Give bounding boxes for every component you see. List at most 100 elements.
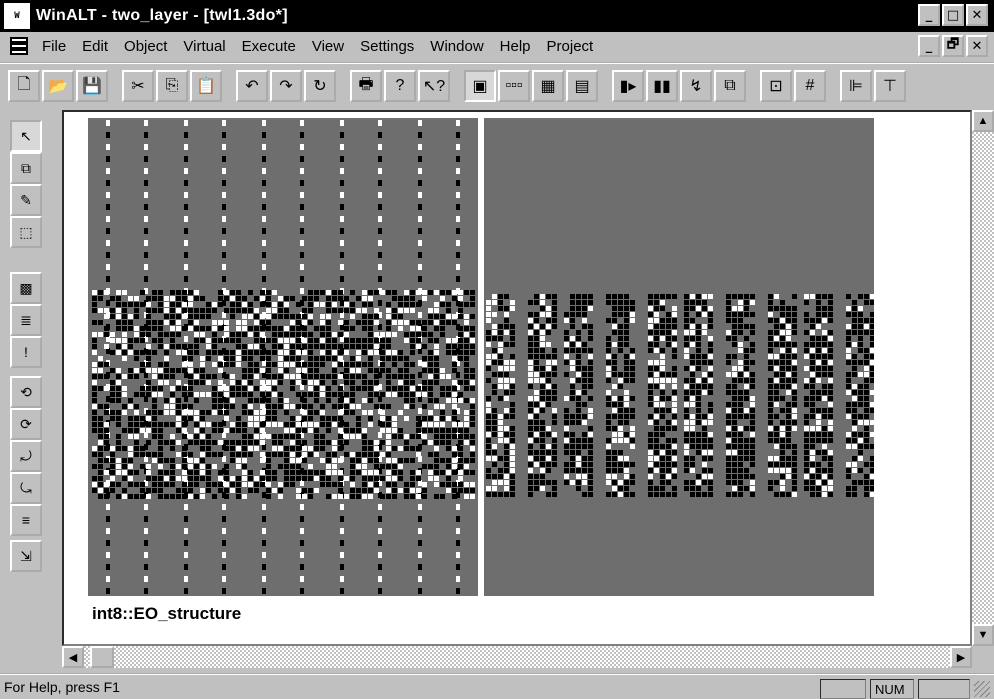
cell (690, 318, 695, 323)
cell (822, 486, 827, 491)
cell (344, 434, 349, 439)
cell (870, 354, 874, 359)
exit-tool-icon[interactable]: ⇲ (10, 540, 42, 572)
cell (546, 456, 551, 461)
pipe-icon[interactable]: ↯ (680, 70, 712, 102)
pattern-tool-icon[interactable]: ▩ (10, 272, 42, 304)
cell (188, 494, 193, 499)
menu-help[interactable]: Help (492, 38, 539, 55)
cell (116, 302, 121, 307)
cell (428, 374, 433, 379)
doc-minimize-button[interactable]: _ (918, 35, 940, 57)
paste-icon[interactable]: 📋 (190, 70, 222, 102)
func-tool-2-icon[interactable]: ⟳ (10, 408, 42, 440)
cut-icon[interactable]: ✂ (122, 70, 154, 102)
func-tool-4-icon[interactable]: ⤿ (10, 472, 42, 504)
menu-window[interactable]: Window (422, 38, 491, 55)
objects-icon[interactable]: ⧉ (714, 70, 746, 102)
maximize-button[interactable]: □ (942, 4, 964, 26)
pointer-tool-icon[interactable]: ↖ (10, 120, 42, 152)
save-disk-icon[interactable]: 💾 (76, 70, 108, 102)
scroll-left-icon[interactable]: ◀ (62, 646, 84, 668)
pen-tool-icon[interactable]: ✎ (10, 184, 42, 216)
scroll-up-icon[interactable]: ▲ (972, 110, 994, 132)
scroll-down-icon[interactable]: ▼ (972, 624, 994, 646)
cell (456, 240, 460, 246)
list-tool-2-icon[interactable]: ≡ (10, 504, 42, 536)
undo-icon[interactable]: ↶ (236, 70, 268, 102)
horizontal-scroll-thumb[interactable] (90, 646, 114, 668)
select-rect-icon[interactable]: ⬚ (10, 216, 42, 248)
help-icon[interactable]: ? (384, 70, 416, 102)
cell (236, 440, 241, 445)
resize-grip-icon[interactable] (974, 681, 990, 697)
cell (302, 428, 307, 433)
minimize-button[interactable]: _ (918, 4, 940, 26)
align-icon[interactable]: ⊫ (840, 70, 872, 102)
cell (418, 156, 422, 162)
cell (422, 404, 427, 409)
object-view[interactable]: int8::EO_structure (62, 110, 972, 646)
scroll-right-icon[interactable]: ▶ (950, 646, 972, 668)
cell (222, 264, 226, 270)
menu-object[interactable]: Object (116, 38, 175, 55)
cell (690, 462, 695, 467)
cell (106, 564, 110, 570)
menu-project[interactable]: Project (539, 38, 602, 55)
copy-icon[interactable]: ⎘ (156, 70, 188, 102)
refresh-icon[interactable]: ↻ (304, 70, 336, 102)
cell (510, 306, 515, 311)
cell (510, 354, 515, 359)
cell (828, 360, 833, 365)
cell (340, 240, 344, 246)
alert-tool-icon[interactable]: ! (10, 336, 42, 368)
cell (452, 422, 457, 427)
new-file-icon[interactable]: 🗋 (8, 70, 40, 102)
step-end-icon[interactable]: ▮▮ (646, 70, 678, 102)
cell (296, 470, 301, 475)
menu-file[interactable]: File (34, 38, 74, 55)
document-icon[interactable] (10, 37, 28, 55)
cell (218, 380, 223, 385)
list-tool-icon[interactable]: ≣ (10, 304, 42, 336)
cell (464, 374, 469, 379)
menu-settings[interactable]: Settings (352, 38, 422, 55)
cell (810, 456, 815, 461)
cell (290, 434, 295, 439)
cell (504, 360, 509, 365)
layer-icon[interactable]: ⊡ (760, 70, 792, 102)
menu-virtual[interactable]: Virtual (175, 38, 233, 55)
layer-right-canvas[interactable] (484, 118, 874, 596)
func-tool-1-icon[interactable]: ⟲ (10, 376, 42, 408)
cell (326, 332, 331, 337)
menu-execute[interactable]: Execute (234, 38, 304, 55)
3d-view-icon[interactable]: ▣ (464, 70, 496, 102)
redo-icon[interactable]: ↷ (270, 70, 302, 102)
vertical-scrollbar[interactable]: ▲ ▼ (972, 110, 994, 646)
layer-left-canvas[interactable] (88, 118, 478, 596)
tile-view-icon[interactable]: ▤ (566, 70, 598, 102)
cell (534, 300, 539, 305)
context-help-icon[interactable]: ↖? (418, 70, 450, 102)
cell (392, 290, 397, 295)
open-folder-icon[interactable]: 📂 (42, 70, 74, 102)
cell (456, 168, 460, 174)
row-view-icon[interactable]: ▫▫▫ (498, 70, 530, 102)
step-forward-icon[interactable]: ▮▸ (612, 70, 644, 102)
distribute-icon[interactable]: ⊤ (874, 70, 906, 102)
cell (272, 410, 277, 415)
grid-hash-icon[interactable]: # (794, 70, 826, 102)
winalt-app-icon[interactable]: W (4, 3, 30, 29)
menu-edit[interactable]: Edit (74, 38, 116, 55)
cell (690, 420, 695, 425)
horizontal-scrollbar[interactable]: ◀ ▶ (62, 646, 972, 668)
doc-restore-button[interactable]: 🗗 (942, 35, 964, 57)
menu-view[interactable]: View (304, 38, 352, 55)
func-tool-3-icon[interactable]: ⤾ (10, 440, 42, 472)
cell (144, 576, 148, 582)
copy-tool-icon[interactable]: ⧉ (10, 152, 42, 184)
doc-close-button[interactable]: ✕ (966, 35, 988, 57)
grid-view-icon[interactable]: ▦ (532, 70, 564, 102)
close-button[interactable]: ✕ (966, 4, 988, 26)
print-icon[interactable]: 🖶 (350, 70, 382, 102)
